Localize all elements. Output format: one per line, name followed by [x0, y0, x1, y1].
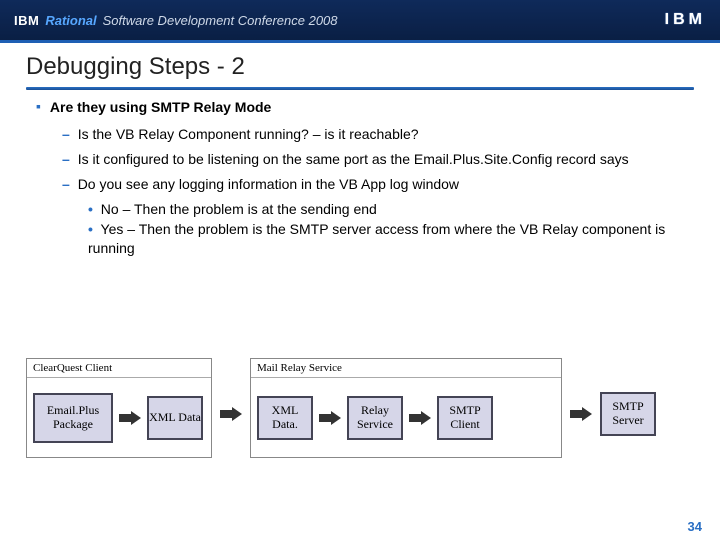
standalone-box-wrap: SMTP Server [600, 358, 656, 458]
bullet-text: No – Then the problem is at the sending … [101, 201, 377, 217]
group-body: Email.Plus Package XML Data [27, 378, 211, 457]
bullet-level2: – Is the VB Relay Component running? – i… [62, 125, 688, 144]
square-bullet-icon: ▪ [36, 97, 46, 116]
group-title: ClearQuest Client [27, 359, 211, 375]
box-emailplus-package: Email.Plus Package [33, 393, 113, 443]
box-xml-data: XML Data [147, 396, 203, 440]
ibm-logo: IBM [665, 11, 706, 29]
arrow-icon [409, 411, 431, 425]
brand-rational: Rational [45, 13, 96, 28]
dash-bullet-icon: – [62, 126, 74, 142]
dot-bullet-icon: • [88, 221, 97, 237]
dash-bullet-icon: – [62, 176, 74, 192]
page-number: 34 [688, 519, 702, 534]
dot-bullet-icon: • [88, 201, 97, 217]
bullet-text: Is the VB Relay Component running? – is … [78, 126, 419, 142]
bullet-level3: • Yes – Then the problem is the SMTP ser… [88, 220, 688, 258]
brand-tagline: Software Development Conference 2008 [103, 13, 338, 28]
bullet-level3: • No – Then the problem is at the sendin… [88, 200, 688, 219]
bullet-text: Is it configured to be listening on the … [78, 151, 629, 167]
slide: IBM Rational Software Development Confer… [0, 0, 720, 540]
flow-diagram: ClearQuest Client Email.Plus Package XML… [26, 358, 704, 458]
title-underline [26, 87, 694, 90]
arrow-icon [570, 407, 592, 421]
arrow-icon [220, 407, 242, 421]
bullet-text: Are they using SMTP Relay Mode [50, 99, 271, 115]
box-smtp-client: SMTP Client [437, 396, 493, 440]
title-area: Debugging Steps - 2 [0, 43, 720, 83]
group-clearquest-client: ClearQuest Client Email.Plus Package XML… [26, 358, 212, 458]
bullet-text: Yes – Then the problem is the SMTP serve… [88, 221, 665, 256]
arrow-icon [119, 411, 141, 425]
slide-title: Debugging Steps - 2 [26, 53, 694, 81]
box-relay-service: Relay Service [347, 396, 403, 440]
arrow-icon [319, 411, 341, 425]
group-body: XML Data. Relay Service SMTP Client [251, 378, 561, 457]
bullet-level2: – Is it configured to be listening on th… [62, 150, 688, 169]
header-bar: IBM Rational Software Development Confer… [0, 0, 720, 40]
body-text: ▪ Are they using SMTP Relay Mode – Is th… [0, 98, 720, 258]
group-mail-relay-service: Mail Relay Service XML Data. Relay Servi… [250, 358, 562, 458]
dash-bullet-icon: – [62, 151, 74, 167]
bullet-level2: – Do you see any logging information in … [62, 175, 688, 194]
box-smtp-server: SMTP Server [600, 392, 656, 436]
bullet-text: Do you see any logging information in th… [78, 176, 459, 192]
box-xml-data: XML Data. [257, 396, 313, 440]
conference-brand: IBM Rational Software Development Confer… [14, 13, 338, 28]
bullet-level1: ▪ Are they using SMTP Relay Mode [36, 98, 688, 117]
brand-ibm: IBM [14, 13, 39, 28]
group-title: Mail Relay Service [251, 359, 561, 375]
